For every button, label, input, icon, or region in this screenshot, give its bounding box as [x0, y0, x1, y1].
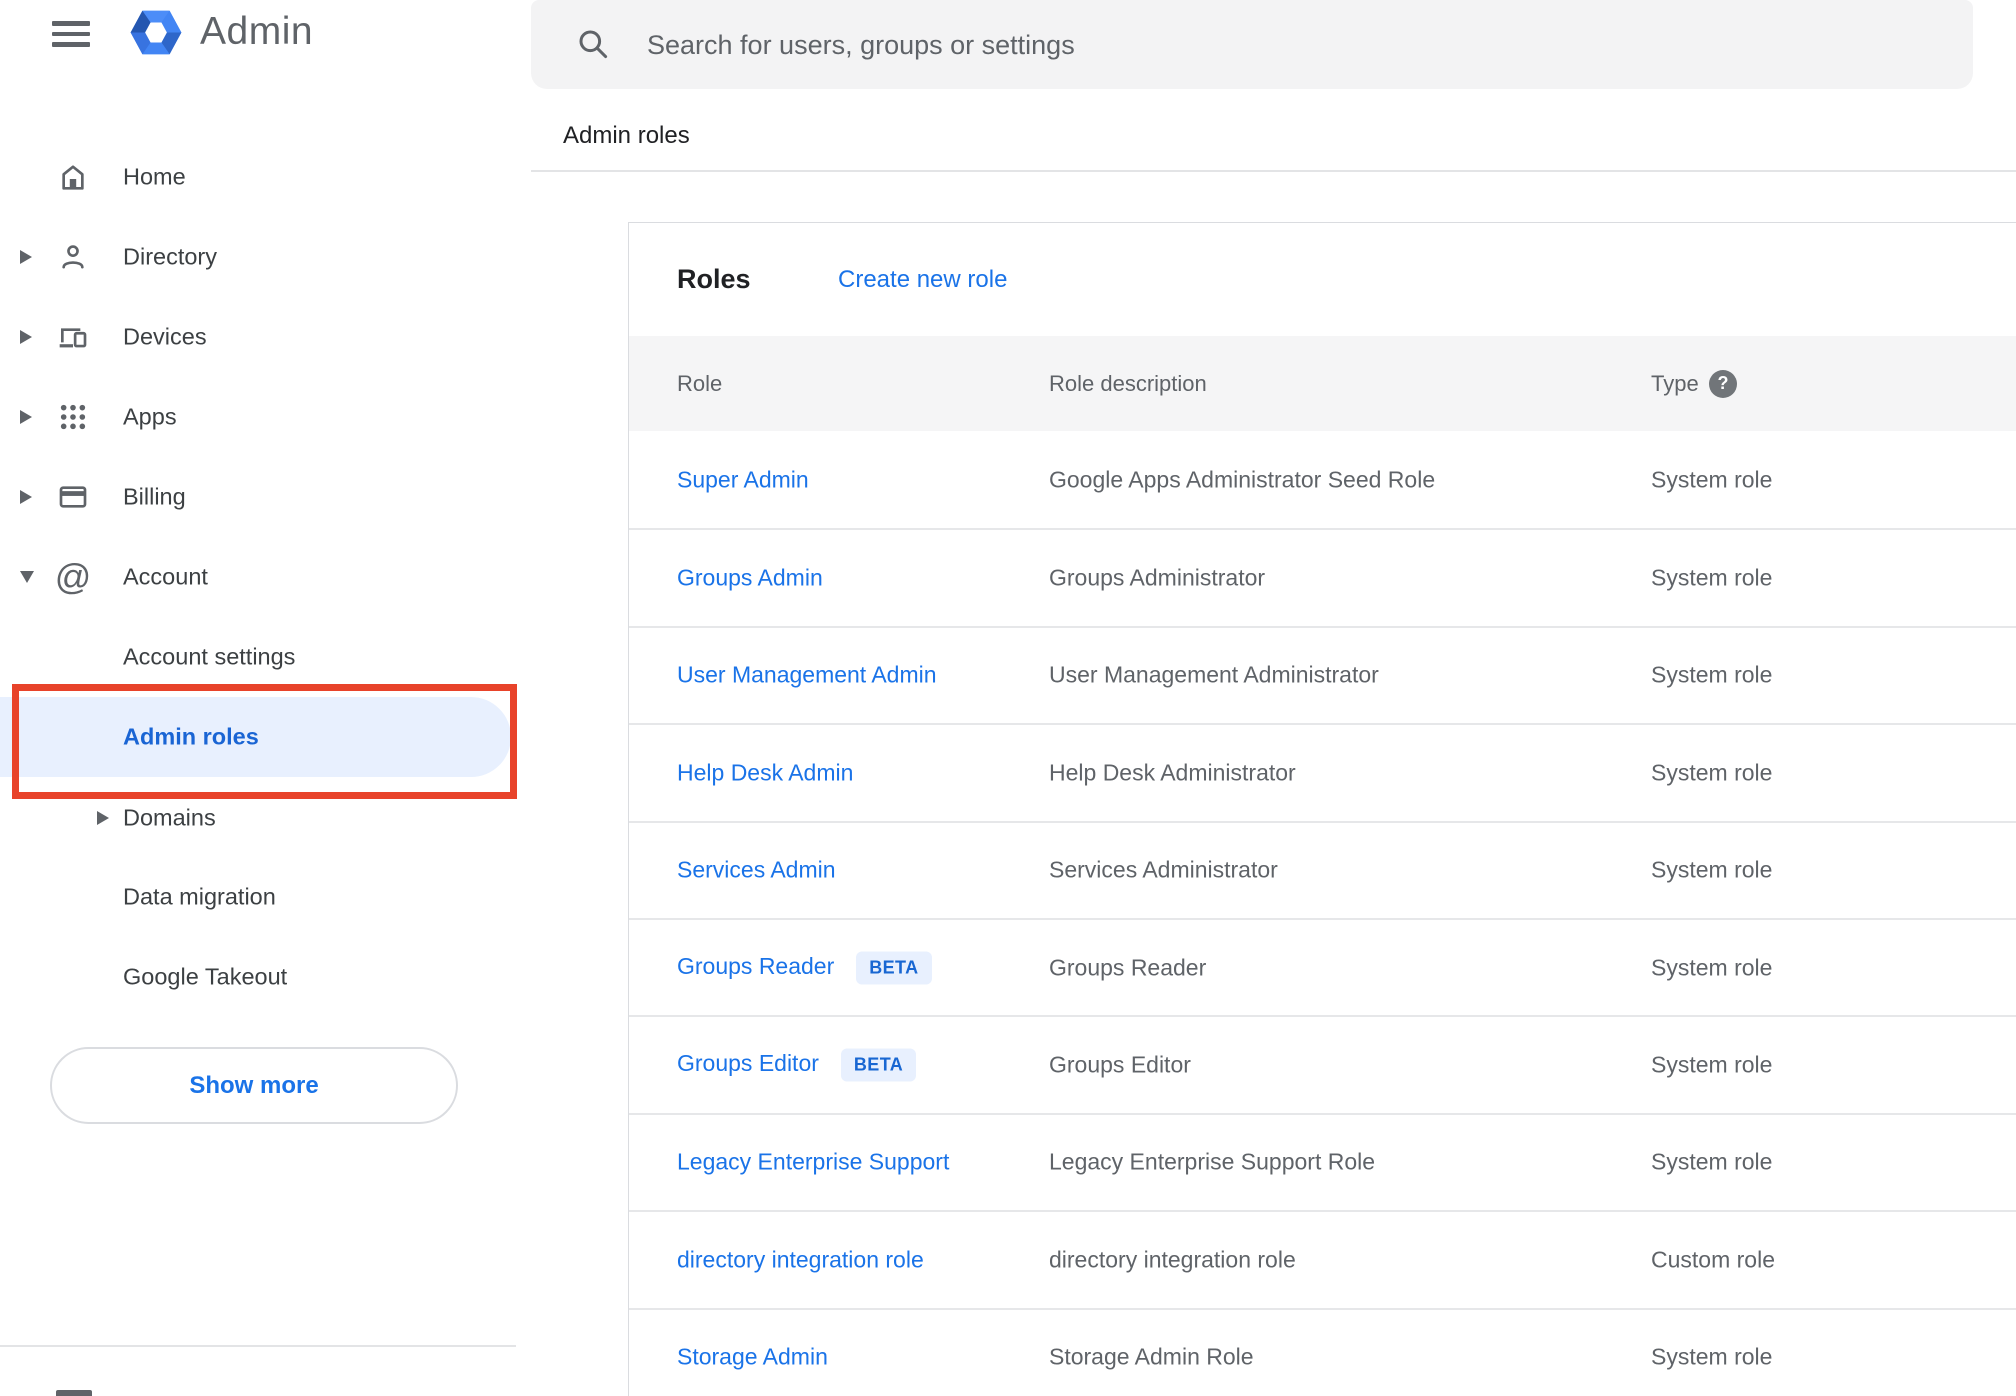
type-help-icon[interactable]: ? [1709, 369, 1737, 398]
role-type: System role [1651, 856, 1773, 883]
role-type: System role [1651, 1148, 1773, 1175]
sidebar-item-label: Home [123, 163, 186, 190]
devices-icon [56, 320, 90, 354]
sidebar-item-account[interactable]: @ Account [0, 537, 511, 617]
role-link[interactable]: Services Admin [677, 857, 836, 883]
table-row: Help Desk Admin Help Desk Administrator … [629, 723, 2016, 820]
role-link[interactable]: Storage Admin [677, 1344, 828, 1370]
sidebar-item-label: Domains [123, 804, 216, 831]
sidebar-item-billing[interactable]: Billing [0, 457, 511, 537]
sidebar-item-label: Admin roles [123, 723, 259, 750]
sidebar-item-directory[interactable]: Directory [0, 217, 511, 297]
role-description: directory integration role [1049, 1246, 1296, 1273]
role-description: Groups Administrator [1049, 564, 1266, 591]
role-link[interactable]: Help Desk Admin [677, 759, 853, 785]
role-description: Help Desk Administrator [1049, 759, 1296, 786]
page-title: Admin roles [563, 122, 690, 149]
apps-grid-icon [56, 400, 90, 434]
expand-caret-icon[interactable] [20, 489, 36, 505]
search-input[interactable] [645, 0, 1899, 91]
roles-heading: Roles [677, 264, 751, 294]
role-link[interactable]: Groups Editor [677, 1050, 819, 1076]
role-description: User Management Administrator [1049, 661, 1379, 688]
sidebar-item-label: Account [123, 563, 208, 590]
role-description: Services Administrator [1049, 856, 1278, 883]
show-more-button[interactable]: Show more [50, 1047, 458, 1124]
table-row: Storage Admin Storage Admin Role System … [629, 1307, 2016, 1396]
role-type: System role [1651, 759, 1773, 786]
roles-table-body: Super Admin Google Apps Administrator Se… [629, 431, 2016, 1396]
role-link[interactable]: directory integration role [677, 1246, 924, 1272]
roles-card-header: Roles Create new role [629, 223, 2016, 336]
sidebar-item-devices[interactable]: Devices [0, 297, 511, 377]
sidebar-item-apps[interactable]: Apps [0, 377, 511, 457]
role-description: Google Apps Administrator Seed Role [1049, 466, 1436, 493]
sidebar-item-google-takeout[interactable]: Google Takeout [0, 937, 511, 1017]
sidebar-item-label: Billing [123, 483, 186, 510]
expand-caret-icon[interactable] [20, 569, 36, 585]
sidebar-item-label: Apps [123, 403, 177, 430]
beta-badge: BETA [856, 951, 932, 985]
column-header-role: Role [677, 370, 723, 396]
table-row: Groups Reader BETA Groups Reader System r… [629, 917, 2016, 1015]
table-row: directory integration role directory int… [629, 1210, 2016, 1307]
role-description: Storage Admin Role [1049, 1343, 1254, 1370]
home-icon [56, 160, 90, 194]
sidebar-item-home[interactable]: Home [0, 137, 511, 217]
admin-console-screen: Admin Home Directory Devices Apps Billin… [0, 0, 2016, 1396]
role-type: Custom role [1651, 1246, 1775, 1273]
sidebar-item-admin-roles[interactable]: Admin roles [0, 697, 511, 777]
expand-caret-icon[interactable] [20, 329, 36, 345]
global-search-bar[interactable] [531, 0, 1973, 91]
search-icon [575, 26, 611, 67]
column-header-type: Type [1651, 370, 1699, 396]
sidebar-item-label: Devices [123, 323, 207, 350]
sidebar-item-label: Google Takeout [123, 963, 288, 990]
table-header-row: Role Role description Type ? [629, 336, 2016, 431]
credit-card-icon [56, 480, 90, 514]
expand-caret-icon[interactable] [97, 810, 113, 826]
sidebar-item-data-migration[interactable]: Data migration [0, 857, 511, 937]
role-type: System role [1651, 1343, 1773, 1370]
expand-caret-icon[interactable] [20, 409, 36, 425]
at-sign-icon: @ [54, 556, 92, 597]
role-link[interactable]: User Management Admin [677, 662, 937, 688]
table-row: Services Admin Services Administrator Sy… [629, 820, 2016, 918]
table-row: Legacy Enterprise Support Legacy Enterpr… [629, 1112, 2016, 1210]
role-link[interactable]: Groups Admin [677, 565, 823, 591]
role-type: System role [1651, 954, 1773, 981]
role-link[interactable]: Super Admin [677, 466, 809, 492]
sidebar-nav: Home Directory Devices Apps Billing @ Ac… [0, 0, 531, 1396]
role-description: Groups Editor [1049, 1051, 1191, 1078]
table-row: Groups Editor BETA Groups Editor System r… [629, 1015, 2016, 1112]
sidebar-item-label: Account settings [123, 643, 296, 670]
expand-caret-icon[interactable] [20, 249, 36, 265]
sidebar-item-label: Directory [123, 243, 218, 270]
table-row: User Management Admin User Management Ad… [629, 625, 2016, 723]
sidebar-item-account-settings[interactable]: Account settings [0, 617, 511, 697]
sidebar: Admin Home Directory Devices Apps Billin… [0, 0, 531, 1396]
role-link[interactable]: Legacy Enterprise Support [677, 1149, 949, 1175]
sidebar-divider [0, 1345, 516, 1347]
role-description: Legacy Enterprise Support Role [1049, 1148, 1376, 1175]
role-type: System role [1651, 1051, 1773, 1078]
role-description: Groups Reader [1049, 954, 1207, 981]
sidebar-item-domains[interactable]: Domains [0, 778, 511, 858]
table-row: Groups Admin Groups Administrator System… [629, 528, 2016, 625]
person-icon [56, 240, 90, 274]
beta-badge: BETA [840, 1048, 917, 1082]
sidebar-item-label: Data migration [123, 883, 276, 910]
role-type: System role [1651, 661, 1773, 688]
column-header-description: Role description [1049, 370, 1207, 396]
role-type: System role [1651, 466, 1773, 493]
header-divider [531, 170, 2016, 172]
role-type: System role [1651, 564, 1773, 591]
roles-card: Roles Create new role Role Role descript… [628, 222, 2016, 1396]
table-row: Super Admin Google Apps Administrator Se… [629, 431, 2016, 528]
partial-bottom-icon [56, 1390, 92, 1396]
role-link[interactable]: Groups Reader [677, 953, 834, 979]
create-new-role-link[interactable]: Create new role [838, 223, 1007, 336]
